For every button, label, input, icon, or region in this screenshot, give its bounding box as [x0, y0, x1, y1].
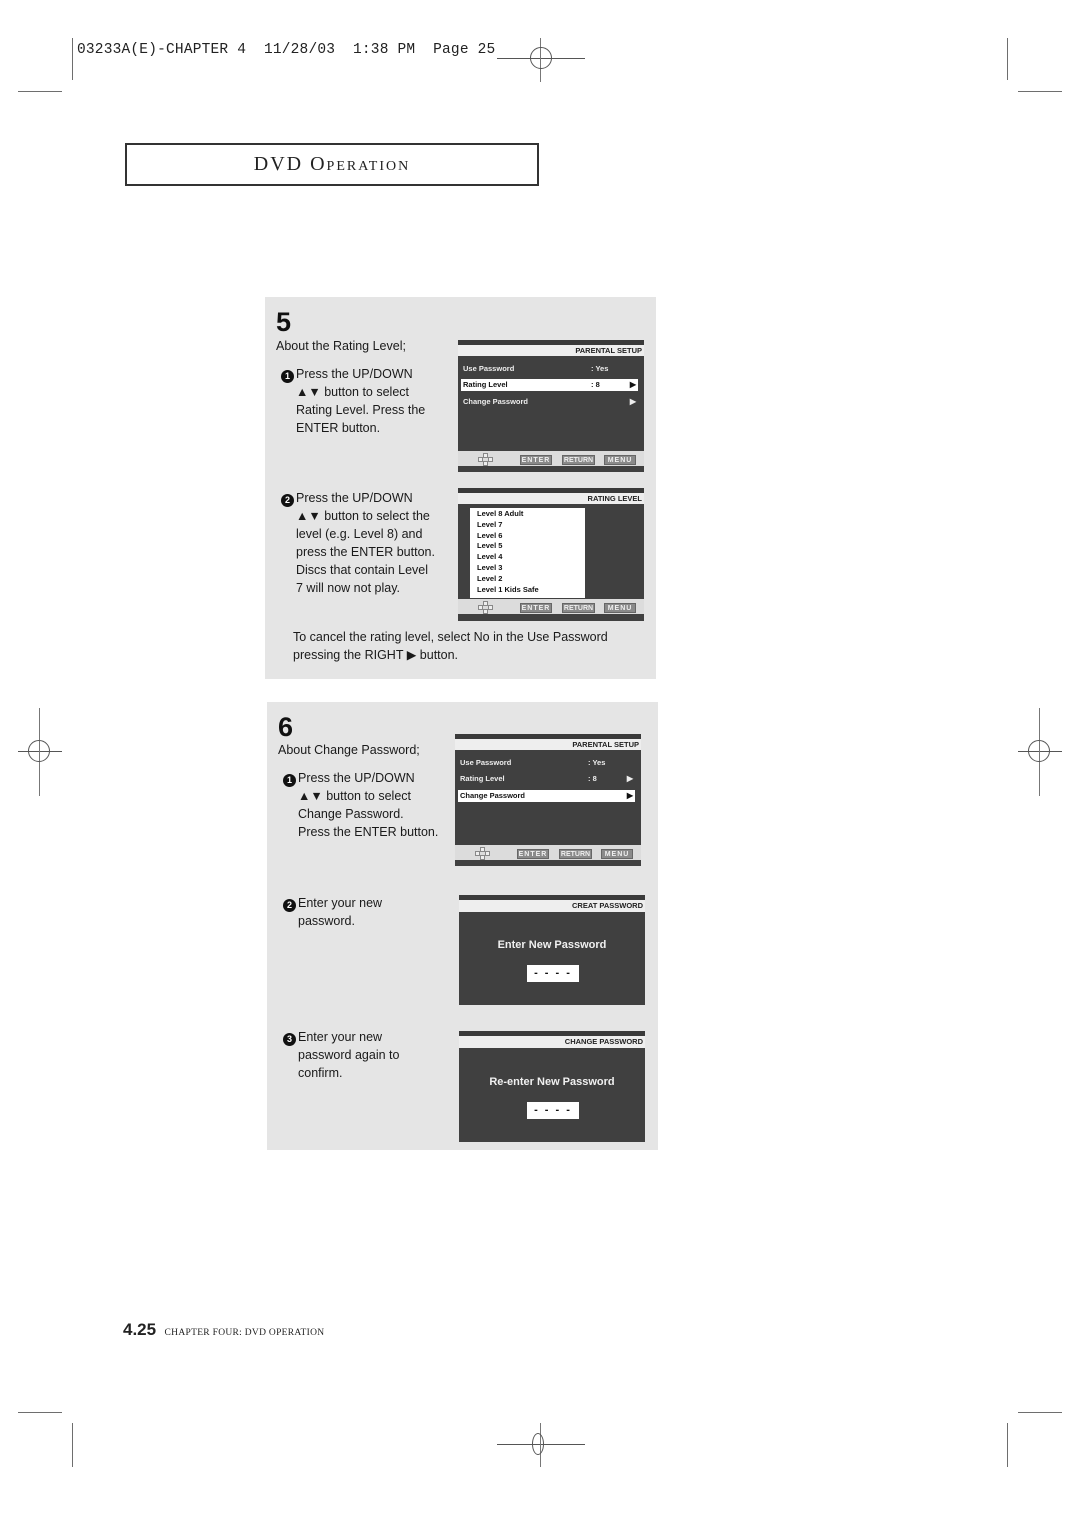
- bullet-number: 2: [283, 898, 296, 912]
- bullet-number: 2: [281, 493, 294, 507]
- registration-mark-left: [18, 708, 62, 796]
- bullet-number: 1: [281, 369, 294, 383]
- print-slug: 03233A(E)-CHAPTER 4 11/28/03 1:38 PM Pag…: [77, 42, 495, 58]
- step-number: 5: [276, 307, 292, 337]
- new-password-field[interactable]: - - - -: [527, 965, 579, 982]
- rating-level-option[interactable]: Level 5: [470, 541, 585, 552]
- right-arrow-icon: ▶: [626, 791, 633, 800]
- enter-button[interactable]: ENTER: [517, 849, 549, 859]
- instruction-1: 1 Press the UP/DOWN ▲▼ button to select C…: [283, 769, 438, 841]
- password-prompt: Re-enter New Password: [489, 1076, 615, 1088]
- menu-row-rating-level[interactable]: Rating Level: 8 ▶: [458, 773, 635, 785]
- rating-level-option[interactable]: Level 6: [470, 531, 585, 542]
- rating-level-option[interactable]: Level 7: [470, 520, 585, 531]
- menu-row-change-password[interactable]: Change Password ▶: [458, 790, 635, 802]
- slug-page: Page 25: [433, 42, 496, 58]
- osd-footer: ENTER RETURN MENU: [458, 599, 644, 617]
- osd-title: PARENTAL SETUP: [455, 739, 641, 750]
- osd-title: CHANGE PASSWORD: [459, 1036, 645, 1048]
- right-arrow-icon: ▶: [629, 397, 636, 406]
- crop-mark: [1018, 1412, 1062, 1413]
- rating-level-option[interactable]: Level 3: [470, 563, 585, 574]
- osd-create-password: CREAT PASSWORD Enter New Password - - - …: [459, 895, 645, 1005]
- osd-footer: ENTER RETURN MENU: [458, 451, 644, 469]
- crop-mark: [1007, 38, 1008, 80]
- page-number: 4.25: [123, 1320, 157, 1339]
- menu-button[interactable]: MENU: [604, 603, 636, 613]
- direction-pad-icon: [478, 453, 494, 467]
- return-button[interactable]: RETURN: [562, 603, 595, 613]
- section-title: DVD OPERATION: [253, 153, 411, 175]
- menu-button[interactable]: MENU: [604, 455, 636, 465]
- password-prompt: Enter New Password: [497, 939, 607, 951]
- menu-row-change-password[interactable]: Change Password ▶: [461, 396, 638, 408]
- bullet-number: 3: [283, 1032, 296, 1046]
- crop-mark: [1018, 91, 1062, 92]
- instruction-1: 1 Press the UP/DOWN ▲▼ button to select R…: [281, 365, 425, 437]
- chapter-title: CHAPTER FOUR: DVD OPERATION: [164, 1328, 325, 1338]
- crop-mark: [18, 91, 62, 92]
- osd-title: PARENTAL SETUP: [458, 345, 644, 356]
- enter-button[interactable]: ENTER: [520, 455, 552, 465]
- step-intro: About Change Password;: [278, 743, 420, 757]
- slug-date: 11/28/03: [263, 42, 336, 58]
- registration-mark-right: [1018, 708, 1062, 796]
- right-arrow-icon: ▶: [629, 380, 636, 389]
- page-footer: 4.25 CHAPTER FOUR: DVD OPERATION: [123, 1320, 324, 1340]
- osd-parental-setup: PARENTAL SETUP Use Password: Yes Rating …: [455, 734, 641, 866]
- menu-row-use-password[interactable]: Use Password: Yes: [458, 757, 635, 769]
- rating-level-option[interactable]: Level 2: [470, 574, 585, 585]
- osd-change-password: CHANGE PASSWORD Re-enter New Password - …: [459, 1031, 645, 1142]
- crop-mark: [72, 38, 73, 80]
- return-button[interactable]: RETURN: [562, 455, 595, 465]
- cancel-note: To cancel the rating level, select No in…: [293, 630, 608, 662]
- menu-row-rating-level[interactable]: Rating Level: 8 ▶: [461, 379, 638, 391]
- direction-pad-icon: [478, 601, 494, 615]
- menu-row-use-password[interactable]: Use Password: Yes: [461, 363, 638, 375]
- instruction-2: 2 Enter your new password.: [283, 894, 382, 930]
- crop-mark: [18, 1412, 62, 1413]
- instruction-3: 3 Enter your new password again to confir…: [283, 1028, 399, 1082]
- slug-job: 03233A(E)-CHAPTER 4: [77, 42, 247, 58]
- bullet-number: 1: [283, 773, 296, 787]
- slug-time: 1:38 PM: [352, 42, 416, 58]
- osd-footer: ENTER RETURN MENU: [455, 845, 641, 863]
- rating-level-option[interactable]: Level 8 Adult: [470, 509, 585, 520]
- menu-button[interactable]: MENU: [601, 849, 633, 859]
- osd-title: CREAT PASSWORD: [459, 900, 645, 912]
- osd-rating-level: RATING LEVEL Level 8 Adult Level 7 Level…: [458, 488, 644, 621]
- right-arrow-icon: ▶: [626, 774, 633, 783]
- rating-level-option[interactable]: Level 4: [470, 552, 585, 563]
- confirm-password-field[interactable]: - - - -: [527, 1102, 579, 1119]
- crop-mark: [72, 1423, 73, 1467]
- registration-mark-bottom: [497, 1423, 585, 1467]
- section-header: DVD OPERATION: [125, 143, 539, 186]
- direction-pad-icon: [475, 847, 491, 861]
- step-intro: About the Rating Level;: [276, 339, 406, 353]
- registration-mark-top: [497, 38, 585, 82]
- step-number: 6: [278, 712, 294, 742]
- enter-button[interactable]: ENTER: [520, 603, 552, 613]
- rating-level-list: Level 8 Adult Level 7 Level 6 Level 5 Le…: [470, 508, 585, 598]
- return-button[interactable]: RETURN: [559, 849, 592, 859]
- osd-title: RATING LEVEL: [458, 493, 644, 504]
- instruction-2: 2 Press the UP/DOWN ▲▼ button to select t…: [281, 489, 435, 597]
- crop-mark: [1007, 1423, 1008, 1467]
- osd-parental-setup: PARENTAL SETUP Use Password: Yes Rating …: [458, 340, 644, 472]
- rating-level-option[interactable]: Level 1 Kids Safe: [470, 585, 585, 596]
